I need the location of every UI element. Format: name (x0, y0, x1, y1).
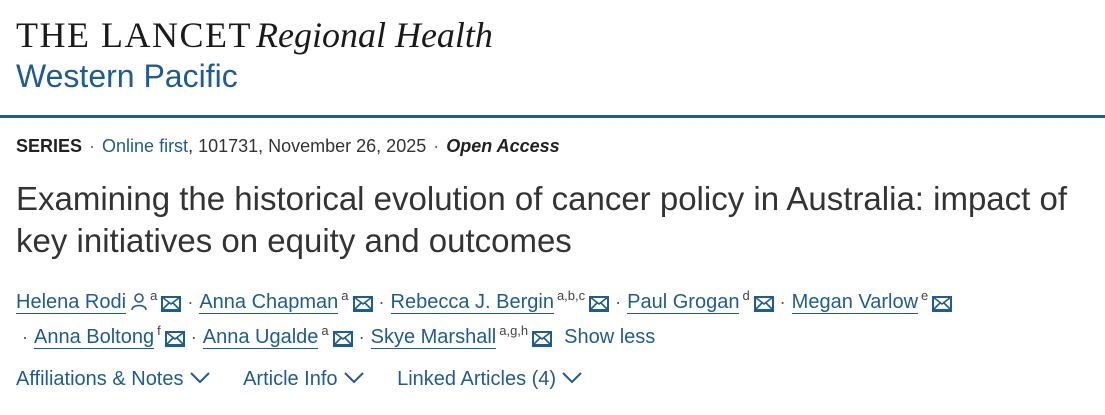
author-name-link[interactable]: Skye Marshall (370, 326, 497, 349)
author-item: Paul Grogan d (627, 288, 774, 314)
affiliation-superscript: a,g,h (499, 323, 529, 339)
author-item: Skye Marshall a,g,h (370, 323, 553, 349)
journal-subtitle: Regional Health (255, 15, 493, 55)
author-separator: · (779, 292, 786, 312)
article-meta: SERIES · Online first, 101731, November 26… (16, 136, 560, 157)
author-list: Helena Rodi a · Anna Chapman a · Rebecca J. Be… (16, 285, 1101, 355)
tab-label: Article Info (243, 368, 338, 390)
email-icon[interactable] (589, 296, 610, 312)
email-icon[interactable] (932, 296, 953, 312)
chevron-down-icon (562, 372, 582, 384)
author-separator: · (22, 327, 28, 347)
chevron-down-icon (343, 372, 364, 384)
article-title: Examining the historical evolution of ca… (16, 180, 1068, 259)
affiliation-superscript: d (742, 288, 750, 304)
author-separator: · (378, 292, 385, 312)
author-name-link[interactable]: Helena Rodi (16, 291, 127, 314)
open-access-badge: Open Access (446, 136, 560, 156)
tab-label: Linked Articles (4) (397, 368, 557, 390)
online-first-link[interactable]: Online first (102, 136, 188, 156)
author-item: Helena Rodi a (16, 288, 182, 314)
author-name-link[interactable]: Anna Boltong (34, 326, 155, 349)
author-separator: · (358, 327, 365, 347)
separator-dot: · (89, 136, 96, 156)
email-icon[interactable] (164, 331, 185, 347)
email-icon[interactable] (352, 296, 373, 312)
tab-linked-articles[interactable]: Linked Articles (4) (397, 368, 582, 391)
affiliation-superscript: a (341, 288, 349, 304)
author-item: Rebecca J. Bergin a,b,c (390, 288, 610, 314)
author-name-link[interactable]: Rebecca J. Bergin (390, 291, 554, 314)
tab-article-info[interactable]: Article Info (243, 368, 364, 391)
author-item: Anna Boltong f (34, 323, 185, 349)
email-icon[interactable] (753, 296, 774, 312)
affiliation-superscript: a (150, 288, 158, 304)
author-item: Anna Ugalde a (202, 323, 353, 349)
author-name-link[interactable]: Megan Varlow (791, 291, 919, 314)
author-name-link[interactable]: Anna Ugalde (202, 326, 319, 349)
author-name-link[interactable]: Anna Chapman (199, 291, 339, 314)
journal-masthead[interactable]: THE LANCET Regional Health Western Pacifi… (0, 0, 1105, 118)
affiliation-superscript: e (921, 288, 929, 304)
journal-region: Western Pacific (16, 58, 238, 94)
affiliation-superscript: a,b,c (556, 288, 586, 304)
journal-title-line: THE LANCET Regional Health (16, 14, 493, 56)
email-icon[interactable] (532, 331, 553, 347)
affiliation-superscript: f (157, 323, 161, 339)
author-name-link[interactable]: Paul Grogan (627, 291, 740, 314)
author-item: Megan Varlow e (791, 288, 953, 314)
journal-name: THE LANCET (16, 15, 252, 55)
publication-details: , 101731, November 26, 2025 (188, 136, 427, 156)
article-type: SERIES (16, 136, 83, 156)
author-item: Anna Chapman a (199, 288, 373, 314)
chevron-down-icon (189, 372, 210, 384)
article-tabs: Affiliations & Notes Article Info Linked… (16, 368, 610, 391)
author-separator: · (190, 327, 197, 347)
author-separator: · (615, 292, 622, 312)
tab-label: Affiliations & Notes (16, 368, 184, 390)
affiliation-superscript: a (321, 323, 329, 339)
author-separator: · (187, 292, 194, 312)
email-icon[interactable] (332, 331, 353, 347)
show-less-button[interactable]: Show less (564, 326, 655, 348)
person-icon (131, 293, 147, 311)
separator-dot: · (433, 136, 440, 156)
tab-affiliations-notes[interactable]: Affiliations & Notes (16, 368, 210, 391)
email-icon[interactable] (161, 296, 182, 312)
